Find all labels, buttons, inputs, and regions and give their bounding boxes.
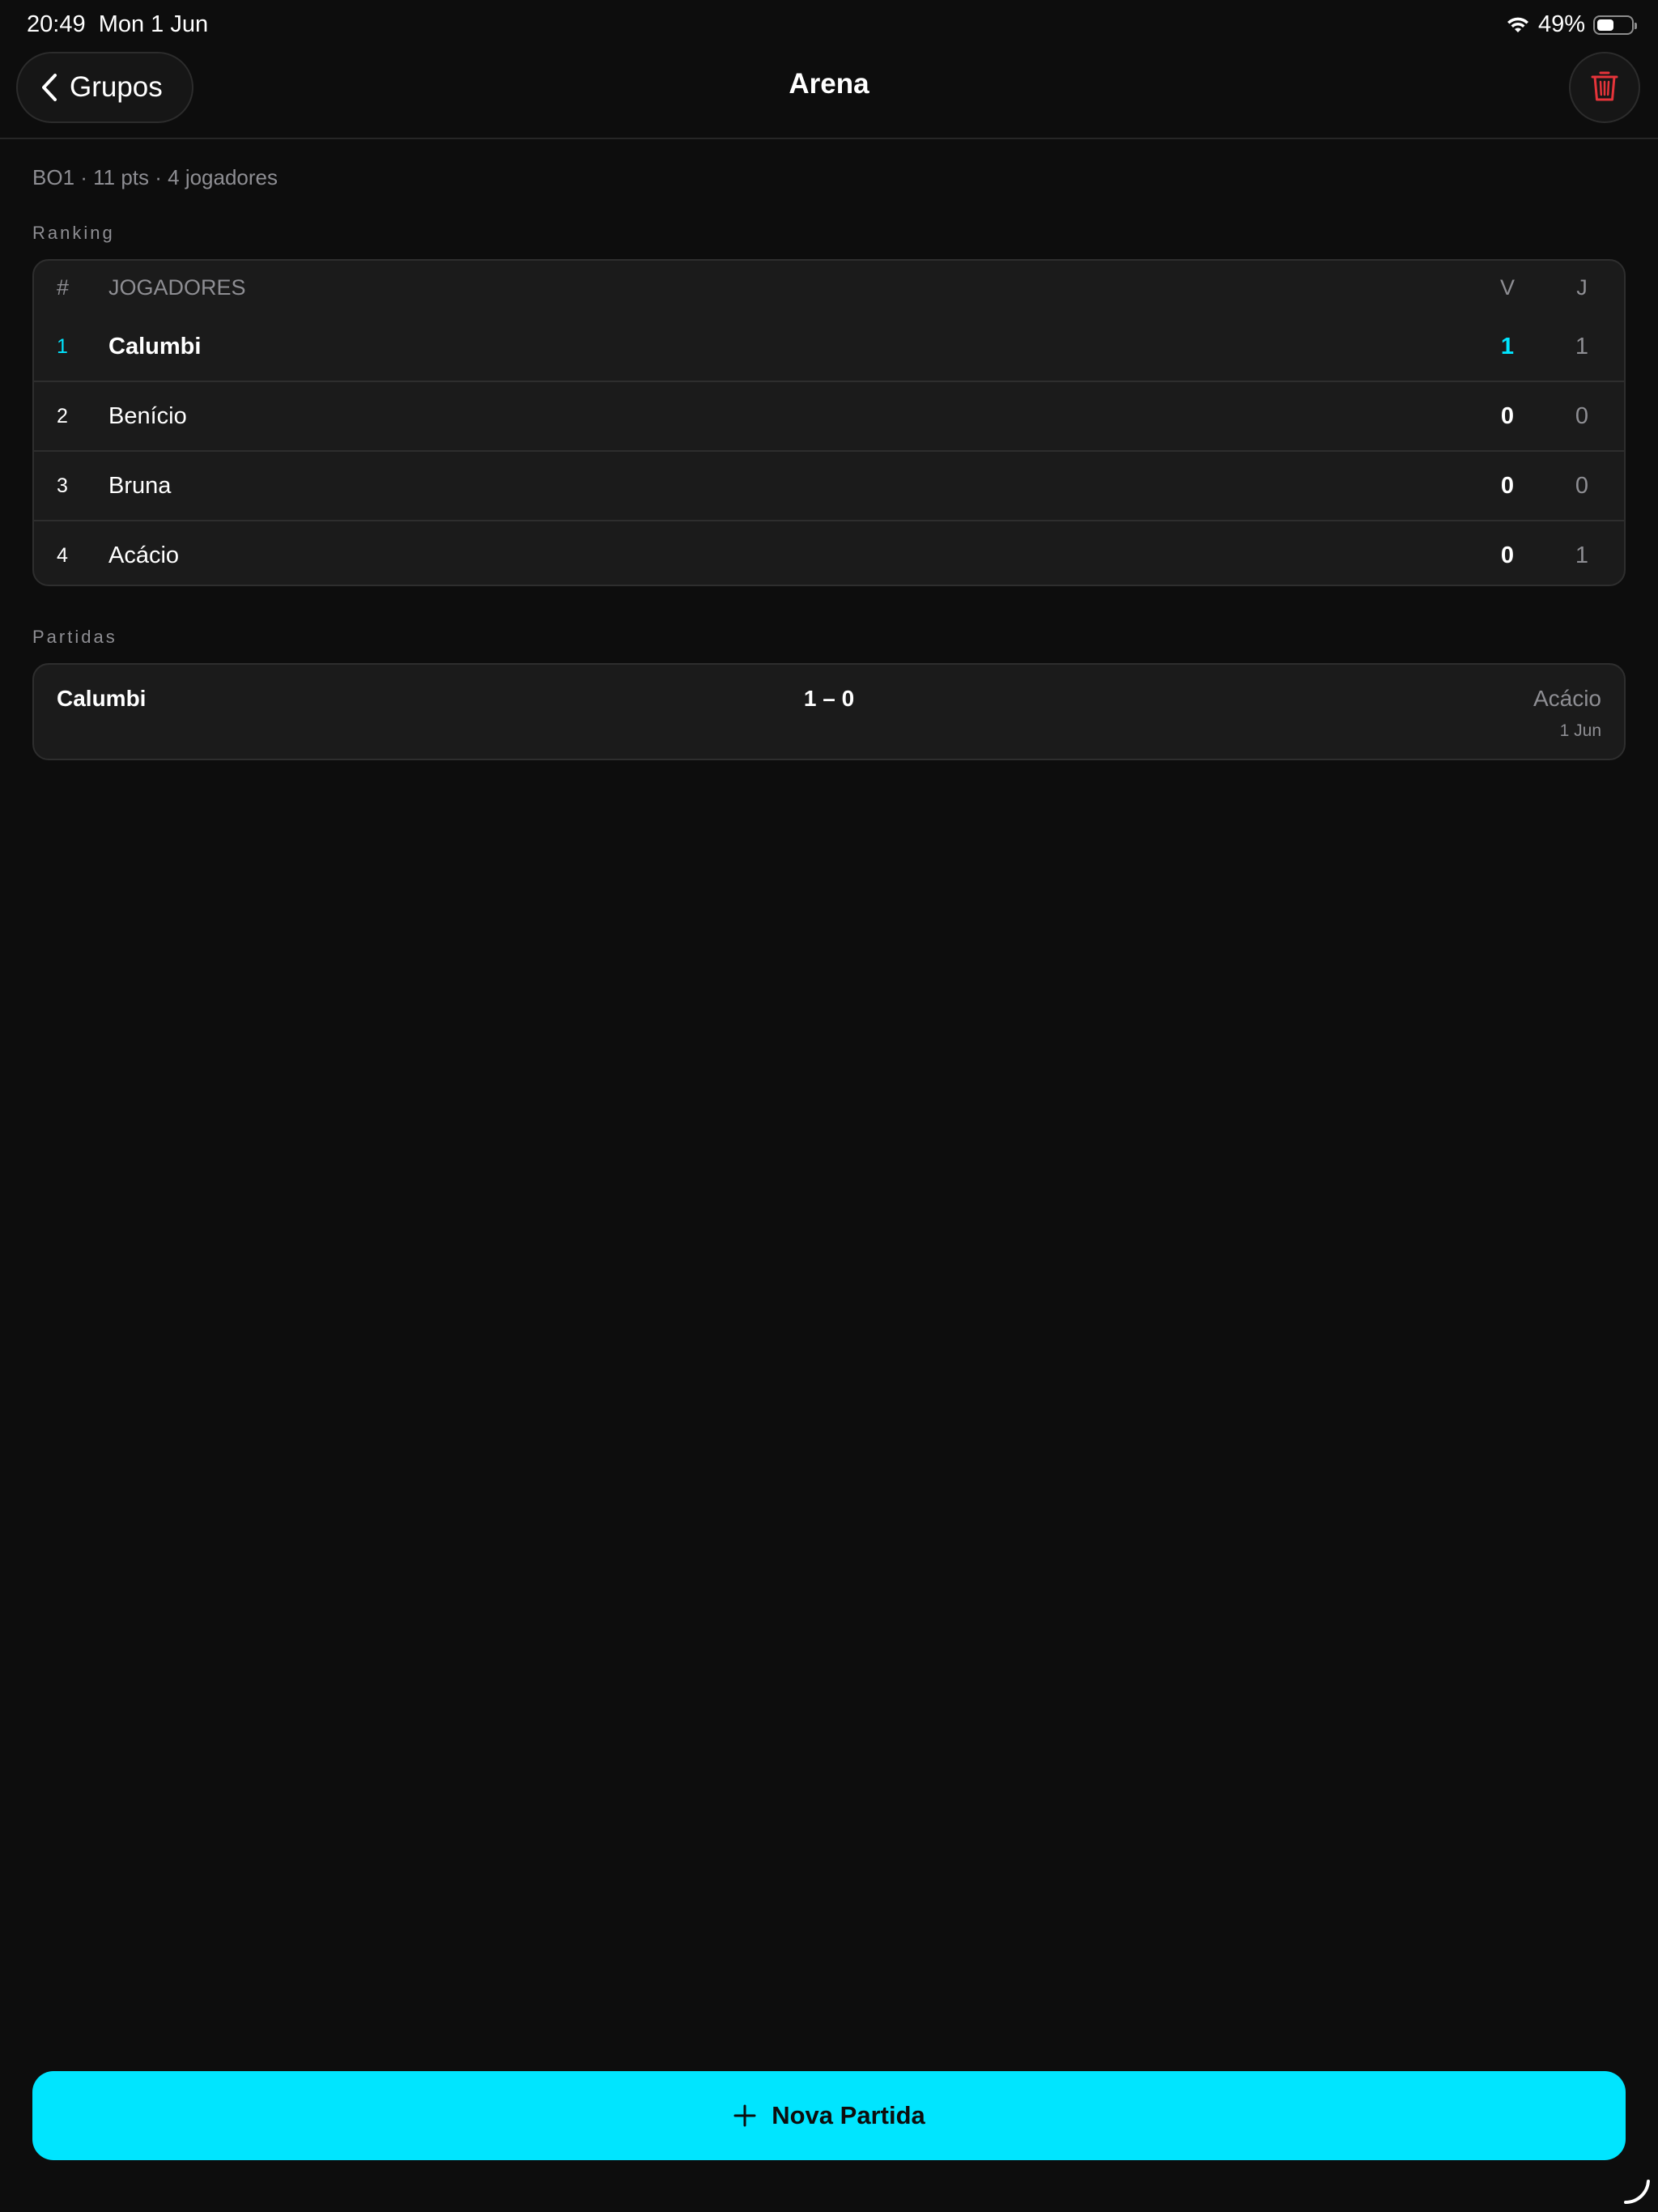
page-title: Arena [789, 68, 869, 100]
ranking-section-label: Ranking [32, 223, 115, 243]
player-rank: 4 [57, 544, 68, 567]
battery-icon [1593, 15, 1637, 35]
ranking-row[interactable]: 4 Acácio 0 1 [34, 520, 1624, 585]
player-games: 1 [1575, 542, 1589, 568]
header-players: JOGADORES [108, 275, 246, 300]
battery-percent: 49% [1537, 11, 1585, 37]
player-rank: 1 [57, 335, 68, 358]
player-games: 0 [1575, 403, 1589, 429]
status-time: 20:49 Mon 1 Jun [27, 11, 208, 38]
ranking-row[interactable]: 3 Bruna 0 0 [34, 450, 1624, 520]
player-wins: 1 [1500, 334, 1515, 359]
ranking-table-header: # JOGADORES V J [34, 261, 1624, 313]
new-match-button[interactable]: Nova Partida [32, 2071, 1626, 2160]
match-date: 1 Jun [1559, 721, 1601, 740]
player-name: Bruna [108, 473, 172, 499]
battery-level [1597, 19, 1613, 31]
plus-icon [733, 2104, 757, 2128]
player-name: Calumbi [108, 334, 202, 359]
player-name: Acácio [108, 542, 180, 568]
player-rank: 3 [57, 474, 68, 497]
player-name: Benício [108, 403, 187, 429]
matches-section-label: Partidas [32, 627, 117, 647]
group-summary: BO1 · 11 pts · 4 jogadores [32, 165, 278, 189]
player-games: 0 [1575, 473, 1589, 499]
player-wins: 0 [1500, 403, 1515, 429]
player-wins: 0 [1500, 542, 1515, 568]
ranking-row[interactable]: 1 Calumbi 1 1 [34, 313, 1624, 381]
match-score: 1 – 0 [803, 686, 855, 711]
resize-corner-icon [1622, 2176, 1652, 2206]
player-wins: 0 [1500, 473, 1515, 499]
header-wins: V [1499, 275, 1515, 300]
status-bar: 20:49 Mon 1 Jun 49% [0, 0, 1658, 52]
battery-cap [1635, 22, 1637, 29]
status-date: Mon 1 Jun [98, 11, 209, 37]
header-rank: # [57, 275, 70, 300]
trash-icon [1591, 70, 1618, 106]
new-match-label: Nova Partida [772, 2101, 925, 2129]
header-games: J [1576, 275, 1588, 300]
delete-button[interactable] [1569, 52, 1640, 123]
match-card[interactable]: Calumbi 1 – 0 Acácio 1 Jun [32, 663, 1626, 760]
wifi-icon [1506, 16, 1530, 34]
status-clock: 20:49 [27, 11, 86, 37]
ranking-table: # JOGADORES V J 1 Calumbi 1 1 2 Benício … [32, 259, 1626, 586]
navigation-bar: Grupos Arena [0, 52, 1658, 139]
status-indicators: 49% [1506, 11, 1637, 38]
match-away-player: Acácio [1533, 686, 1601, 711]
ranking-row[interactable]: 2 Benício 0 0 [34, 381, 1624, 450]
player-games: 1 [1575, 334, 1589, 359]
player-rank: 2 [57, 405, 68, 428]
